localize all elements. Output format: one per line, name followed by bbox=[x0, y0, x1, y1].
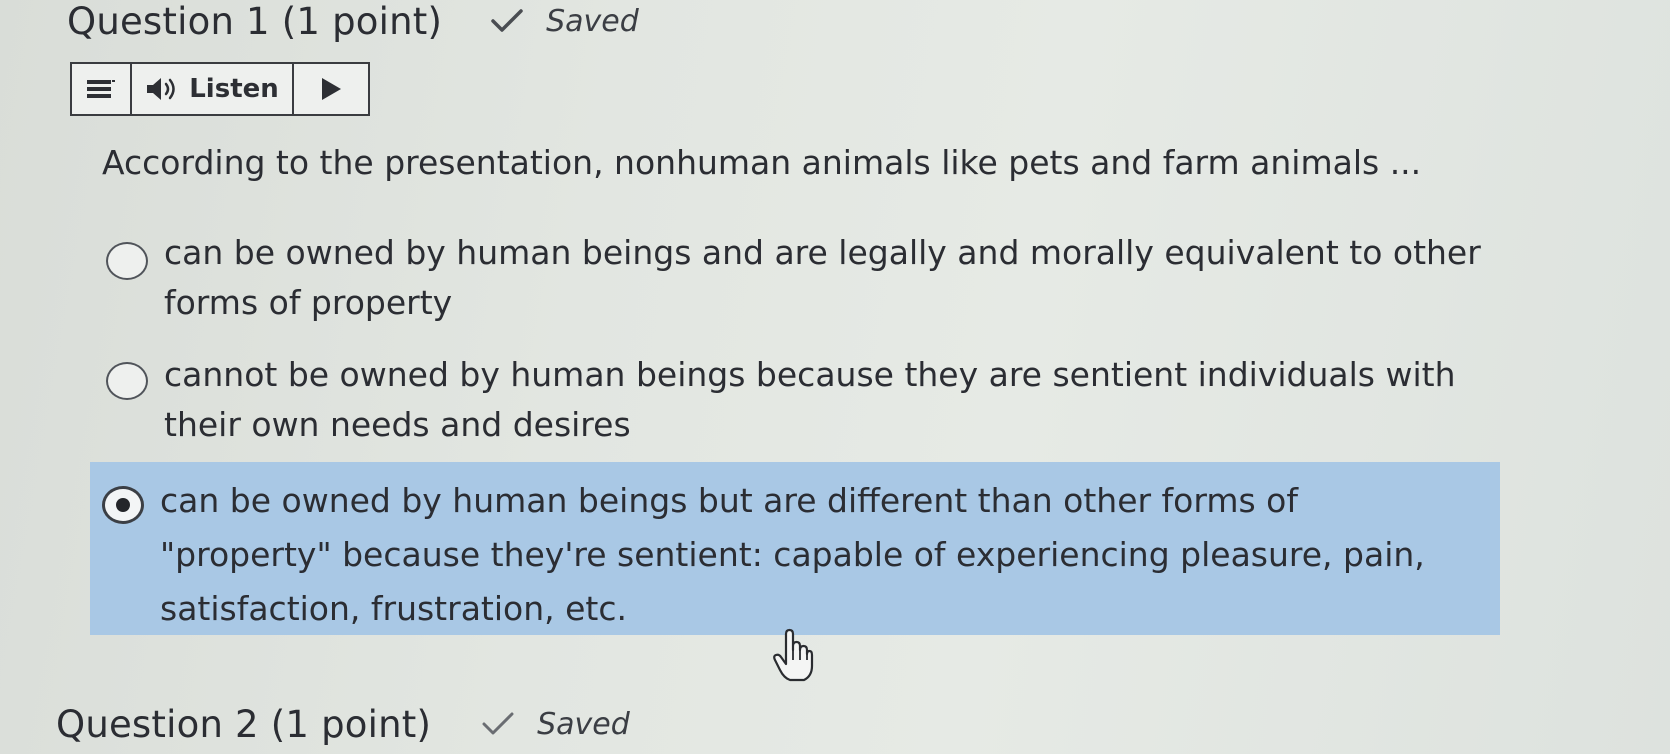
listen-toolbar: Listen bbox=[70, 62, 370, 116]
play-button[interactable] bbox=[294, 64, 368, 114]
menu-icon bbox=[87, 80, 115, 98]
answer-option-3-selected[interactable]: can be owned by human beings but are dif… bbox=[90, 462, 1500, 635]
question-number: Question 2 bbox=[56, 703, 259, 746]
listen-label: Listen bbox=[189, 74, 279, 104]
question-1-header: Question 1 (1 point) Saved bbox=[67, 0, 639, 43]
answer-option-label: can be owned by human beings and are leg… bbox=[164, 233, 1481, 322]
question-points: (1 point) bbox=[281, 0, 443, 43]
question-2-header: Question 2 (1 point) Saved bbox=[56, 703, 630, 746]
saved-status: Saved bbox=[490, 4, 639, 39]
hand-pointer-icon bbox=[773, 628, 814, 682]
saved-status: Saved bbox=[481, 707, 630, 742]
answer-option-label: can be owned by human beings but are dif… bbox=[160, 481, 1425, 628]
radio-button[interactable] bbox=[106, 242, 148, 280]
listen-button[interactable]: Listen bbox=[132, 64, 294, 114]
saved-label: Saved bbox=[546, 3, 639, 39]
question-number: Question 1 bbox=[67, 0, 270, 43]
speaker-icon bbox=[147, 78, 175, 100]
question-prompt: According to the presentation, nonhuman … bbox=[102, 143, 1422, 182]
menu-button[interactable] bbox=[72, 64, 132, 114]
check-icon bbox=[482, 712, 514, 735]
check-icon bbox=[491, 9, 523, 32]
question-title: Question 1 (1 point) bbox=[67, 0, 442, 43]
radio-button[interactable] bbox=[106, 362, 148, 400]
radio-button-selected[interactable] bbox=[102, 486, 144, 524]
answer-option-label: cannot be owned by human beings because … bbox=[164, 355, 1456, 444]
question-points: (1 point) bbox=[270, 703, 432, 746]
radio-selected-dot bbox=[116, 498, 130, 512]
saved-label: Saved bbox=[537, 706, 630, 742]
play-icon bbox=[322, 78, 341, 100]
question-title: Question 2 (1 point) bbox=[56, 703, 431, 746]
